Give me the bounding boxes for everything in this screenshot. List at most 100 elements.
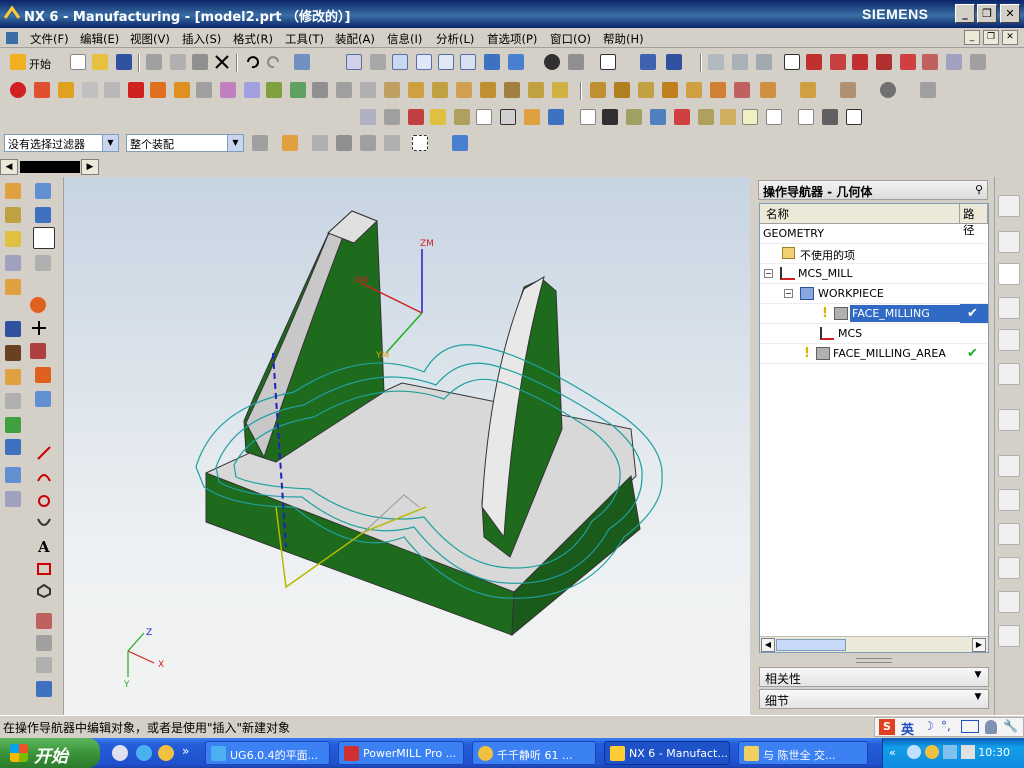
close-button[interactable]: ✕ (1000, 4, 1020, 23)
constraint-navigator-icon[interactable] (998, 231, 1020, 253)
undo-icon[interactable] (244, 54, 260, 70)
redo-icon[interactable] (266, 54, 282, 70)
edit-object-icon[interactable] (360, 109, 376, 125)
model-view[interactable]: ZM XM YM Z X Y (64, 177, 750, 715)
menu-preferences[interactable]: 首选项(P) (487, 31, 537, 47)
new-icon[interactable] (70, 54, 86, 70)
menu-view[interactable]: 视图(V) (130, 31, 170, 47)
intersection-icon[interactable] (876, 54, 892, 70)
trim-body-icon[interactable] (5, 345, 21, 361)
group-icon[interactable] (650, 109, 666, 125)
mdi-minimize-button[interactable]: _ (964, 30, 980, 45)
datum-plane-icon[interactable] (30, 297, 46, 313)
menu-format[interactable]: 格式(R) (233, 31, 273, 47)
tree-row-unused-items[interactable]: 不使用的项 (760, 244, 988, 264)
assembly-scope-select[interactable]: 整个装配 ▼ (126, 134, 244, 152)
input-method-icon[interactable] (961, 745, 975, 759)
method-view-icon[interactable] (662, 82, 678, 98)
tool-icon[interactable] (500, 109, 516, 125)
web-browser-icon[interactable] (998, 409, 1020, 431)
component-icon[interactable] (336, 135, 352, 151)
hole-feature-icon[interactable] (5, 279, 21, 295)
table-icon[interactable] (580, 109, 596, 125)
geometry-view-icon[interactable] (638, 82, 654, 98)
program-view-icon[interactable] (590, 82, 606, 98)
pin-icon[interactable]: ⚲ (975, 183, 983, 196)
menu-file[interactable]: 文件(F) (30, 31, 69, 47)
machine-view-icon[interactable] (614, 82, 630, 98)
delete-object-icon[interactable] (454, 109, 470, 125)
extrude-icon[interactable] (5, 255, 21, 271)
midpoint-icon[interactable] (830, 54, 846, 70)
sphere-icon[interactable] (880, 82, 896, 98)
selection-filter-select[interactable]: 没有选择过滤器 ▼ (4, 134, 119, 152)
wrench-icon[interactable]: 🔧 (1003, 719, 1018, 733)
nav-program-icon[interactable] (5, 183, 21, 199)
layout-icon[interactable] (626, 109, 642, 125)
roles-icon[interactable] (998, 591, 1020, 613)
tree-row-mcs-mill[interactable]: − MCS_MILL (760, 264, 988, 284)
chevron-down-icon[interactable]: ▼ (102, 135, 118, 151)
doc-icon[interactable] (766, 109, 782, 125)
qq-icon[interactable] (158, 745, 174, 761)
background-icon[interactable] (600, 54, 616, 70)
flag-icon[interactable] (602, 109, 618, 125)
report-icon[interactable] (798, 109, 814, 125)
link-icon[interactable] (312, 135, 328, 151)
on-curve-icon[interactable] (946, 54, 962, 70)
shell-icon[interactable] (35, 367, 51, 383)
bridge-curve-icon[interactable] (36, 657, 52, 673)
cutting-icon[interactable] (710, 82, 726, 98)
boolean-icon[interactable] (5, 321, 21, 337)
collapse-toggle-icon[interactable]: − (784, 289, 793, 298)
splitter-grip[interactable] (856, 658, 892, 663)
revolve-icon[interactable] (35, 255, 51, 271)
nav-method-icon[interactable] (35, 207, 51, 223)
clock[interactable]: 10:30 (978, 746, 1010, 759)
process-studio-icon[interactable] (998, 557, 1020, 579)
create-program-icon[interactable] (10, 82, 26, 98)
create-method-icon[interactable] (82, 82, 98, 98)
transform-icon[interactable] (312, 82, 328, 98)
offset-curve-icon[interactable] (36, 613, 52, 629)
replay-icon[interactable] (150, 82, 166, 98)
menu-insert[interactable]: 插入(S) (182, 31, 221, 47)
network-icon[interactable] (907, 745, 921, 759)
control-point-icon[interactable] (852, 54, 868, 70)
rectangle-icon[interactable] (36, 561, 52, 577)
layer-icon[interactable] (708, 54, 724, 70)
assembly-navigator-icon[interactable] (998, 195, 1020, 217)
taskbar-item-ug-help[interactable]: UG6.0.4的平面... (205, 741, 330, 765)
output-cls-icon[interactable] (266, 82, 282, 98)
shading-icon[interactable] (568, 54, 584, 70)
column-header-path[interactable]: 路径 (960, 204, 988, 237)
taskbar-item-powermill[interactable]: PowerMILL Pro ... (338, 741, 464, 765)
column-header-name[interactable]: 名称 (760, 204, 960, 224)
quadrant-icon[interactable] (922, 54, 938, 70)
scroll-right-icon[interactable]: ▶ (972, 638, 986, 652)
zoom-window-icon[interactable] (370, 54, 386, 70)
scroll-right-button[interactable]: ▶ (81, 159, 99, 175)
point-snap-icon[interactable] (784, 54, 800, 70)
perspective-icon[interactable] (484, 54, 500, 70)
menu-info[interactable]: 信息(I) (387, 31, 422, 47)
rotate-icon[interactable] (438, 54, 454, 70)
measure-icon[interactable] (5, 417, 21, 433)
list-icon[interactable] (196, 82, 212, 98)
select-icon[interactable] (294, 54, 310, 70)
mdi-close-button[interactable]: ✕ (1002, 30, 1018, 45)
menu-analysis[interactable]: 分析(L) (436, 31, 474, 47)
zoom-in-icon[interactable] (416, 54, 432, 70)
render-style-icon[interactable] (544, 54, 560, 70)
create-tool-icon[interactable] (34, 82, 50, 98)
start-icon[interactable] (10, 54, 26, 70)
generate-icon[interactable] (128, 82, 144, 98)
orient-view-icon[interactable] (508, 54, 524, 70)
shop-doc-icon[interactable] (244, 82, 260, 98)
fit-icon[interactable] (346, 54, 362, 70)
paste-object-icon[interactable] (430, 109, 446, 125)
scroll-left-icon[interactable]: ◀ (761, 638, 775, 652)
view-icon[interactable] (822, 109, 838, 125)
active-tool-icon[interactable] (33, 227, 55, 249)
details-panel[interactable]: 细节 ▼ (759, 689, 989, 709)
